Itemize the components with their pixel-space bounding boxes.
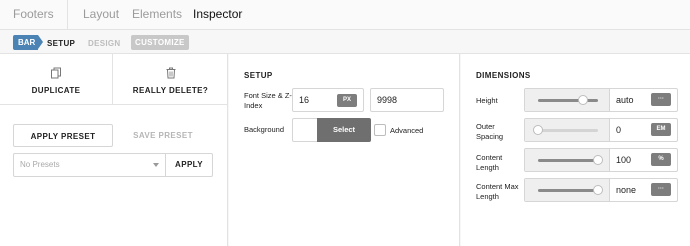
duplicate-label: DUPLICATE (31, 86, 81, 95)
nav-footers[interactable]: Footers (13, 7, 54, 21)
z-index-field[interactable]: 9998 (370, 88, 444, 112)
content-max-length-unit-chip[interactable]: ··· (651, 183, 671, 196)
chevron-down-icon (153, 163, 159, 167)
content-length-unit-chip[interactable]: % (651, 153, 671, 166)
advanced-label: Advanced (390, 126, 424, 135)
delete-label: REALLY DELETE? (132, 86, 209, 95)
slider-thumb[interactable] (593, 185, 603, 195)
font-unit-chip[interactable]: PX (337, 94, 357, 107)
apply-preset-button[interactable]: APPLY PRESET (13, 124, 113, 147)
outer-spacing-value[interactable]: 0 (616, 119, 621, 141)
setup-heading: SETUP (244, 71, 273, 80)
height-slider[interactable] (525, 89, 610, 111)
dimensions-heading: DIMENSIONS (476, 71, 531, 80)
apply-button[interactable]: APPLY (166, 153, 213, 177)
content-length-value[interactable]: 100 (616, 149, 631, 171)
font-size-label: Font Size & Z-Index (244, 91, 292, 110)
presets-select[interactable]: No Presets (13, 153, 166, 177)
delete-button[interactable]: REALLY DELETE? (113, 54, 228, 105)
presets-select-value: No Presets (20, 160, 60, 169)
slider-thumb[interactable] (593, 155, 603, 165)
outer-spacing-label: Outer Spacing (476, 122, 504, 141)
content-length-control: 100 % (524, 148, 678, 172)
advanced-checkbox[interactable] (374, 124, 386, 136)
content-max-length-slider[interactable] (525, 179, 610, 201)
content-length-slider[interactable] (525, 149, 610, 171)
dimensions-panel: DIMENSIONS Height auto ··· Outer Spacing… (461, 54, 690, 246)
element-badge: BAR (13, 35, 43, 50)
sub-nav: BAR SETUP DESIGN CUSTOMIZE (0, 30, 690, 54)
outer-spacing-control: 0 EM (524, 118, 678, 142)
tab-customize[interactable]: CUSTOMIZE (131, 35, 189, 50)
height-value[interactable]: auto (616, 89, 634, 111)
tab-setup[interactable]: SETUP (47, 39, 75, 48)
slider-track (538, 159, 598, 162)
height-control: auto ··· (524, 88, 678, 112)
tab-design[interactable]: DESIGN (88, 39, 120, 48)
slider-track (538, 129, 598, 132)
save-preset-button[interactable]: SAVE PRESET (113, 124, 213, 147)
background-swatch[interactable] (292, 118, 317, 142)
background-label: Background (244, 125, 285, 134)
nav-layout[interactable]: Layout (83, 7, 119, 21)
nav-inspector[interactable]: Inspector (193, 7, 242, 21)
top-nav: Footers Layout Elements Inspector (0, 0, 690, 30)
font-size-field[interactable]: 16 PX (292, 88, 364, 112)
trash-icon (166, 67, 175, 79)
nav-divider (67, 0, 68, 30)
actions-panel: DUPLICATE REALLY DELETE? APPLY PRESET SA… (0, 54, 228, 246)
slider-thumb[interactable] (578, 95, 588, 105)
height-unit-chip[interactable]: ··· (651, 93, 671, 106)
slider-thumb[interactable] (533, 125, 543, 135)
font-size-value: 16 (299, 95, 310, 105)
outer-spacing-slider[interactable] (525, 119, 610, 141)
content-max-length-control: none ··· (524, 178, 678, 202)
content-length-label: Content Length (476, 153, 503, 172)
content-max-length-value[interactable]: none (616, 179, 636, 201)
slider-track (538, 99, 598, 102)
slider-track (538, 189, 598, 192)
background-select-button[interactable]: Select (317, 118, 371, 142)
z-index-value: 9998 (377, 95, 398, 105)
nav-elements[interactable]: Elements (132, 7, 182, 21)
copy-icon (51, 67, 61, 79)
content-max-length-label: Content Max Length (476, 182, 519, 201)
duplicate-button[interactable]: DUPLICATE (0, 54, 113, 105)
setup-panel: SETUP Font Size & Z-Index 16 PX 9998 Bac… (229, 54, 460, 246)
outer-spacing-unit-chip[interactable]: EM (651, 123, 671, 136)
height-label: Height (476, 96, 498, 105)
